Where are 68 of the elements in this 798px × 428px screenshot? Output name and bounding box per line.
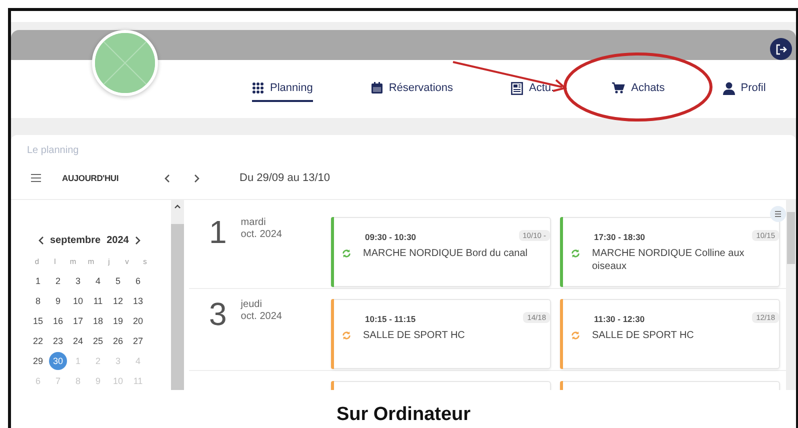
page-title: Le planning: [27, 145, 79, 156]
scrollbar-thumb[interactable]: [787, 212, 795, 264]
sync-icon: [342, 249, 351, 258]
event-time: 11:30 - 12:30: [594, 314, 645, 324]
calendar-icon: [370, 82, 383, 94]
month-year: oct. 2024: [240, 229, 282, 241]
sync-icon: [571, 331, 580, 340]
calendar-day[interactable]: 6: [128, 271, 148, 291]
event-title: SALLE DE SPORT HC: [363, 329, 465, 342]
calendar-day[interactable]: 17: [68, 311, 88, 331]
menu-icon[interactable]: [31, 174, 41, 182]
scroll-up-icon[interactable]: [174, 204, 181, 208]
event-time: 09:30 - 10:30: [365, 232, 416, 242]
calendar-day[interactable]: 10: [68, 291, 88, 311]
calendar-day[interactable]: 13: [128, 291, 148, 311]
day-number: 3: [209, 299, 227, 334]
calendar-day[interactable]: 20: [128, 311, 148, 331]
next-icon[interactable]: [134, 236, 141, 244]
next-icon[interactable]: [194, 174, 200, 182]
calendar-day[interactable]: 24: [68, 331, 88, 351]
caption: Sur Ordinateur: [335, 404, 472, 426]
event-title: MARCHE NORDIQUE Colline aux oiseaux: [592, 247, 746, 273]
nav-tab[interactable]: Achats: [612, 76, 665, 102]
calendar-day[interactable]: 16: [48, 311, 68, 331]
calendar-day[interactable]: 3: [68, 271, 88, 291]
weekday-name: mardi: [240, 217, 267, 229]
month-label: septembre: [50, 234, 101, 246]
calendar-day[interactable]: 9: [48, 291, 68, 311]
calendar-day[interactable]: 22: [28, 331, 48, 351]
cart-icon: [612, 82, 626, 94]
weekday-name: jeudi: [240, 299, 263, 311]
previous-icon[interactable]: [164, 174, 170, 182]
calendar-day[interactable]: 2: [48, 271, 68, 291]
nav-tab[interactable]: Profil: [722, 76, 766, 102]
calendar-day[interactable]: 1: [28, 271, 48, 291]
scrollbar-thumb[interactable]: [171, 224, 184, 390]
logout-icon: [776, 44, 786, 54]
calendar-day[interactable]: 27: [128, 331, 148, 351]
calendar-day[interactable]: 23: [48, 331, 68, 351]
calendar-day[interactable]: 12: [108, 291, 128, 311]
calendar-day[interactable]: 29: [28, 351, 48, 371]
event-time: 10:15 - 11:15: [365, 314, 416, 324]
calendar-day[interactable]: 25: [88, 331, 108, 351]
month-year: oct. 2024: [240, 311, 282, 323]
calendar-day[interactable]: 19: [108, 311, 128, 331]
event-time: 17:30 - 18:30: [594, 232, 646, 242]
calendar-day[interactable]: 18: [88, 311, 108, 331]
grid-icon: [252, 82, 264, 94]
event-title: SALLE DE SPORT HC: [592, 329, 694, 342]
previous-icon[interactable]: [38, 236, 44, 244]
calendar-day[interactable]: 5: [108, 271, 128, 291]
nav-tab[interactable]: Réservations: [370, 76, 454, 102]
calendar-day[interactable]: 8: [28, 291, 48, 311]
date-range: Du 29/09 au 13/10: [240, 172, 330, 184]
calendar-day[interactable]: 15: [28, 311, 48, 331]
day-number: 1: [209, 217, 227, 252]
event-title: MARCHE NORDIQUE Bord du canal: [363, 247, 528, 260]
person-icon: [722, 82, 735, 94]
newspaper-icon: [511, 82, 524, 94]
sync-icon: [342, 331, 351, 340]
calendar-day[interactable]: 26: [108, 331, 128, 351]
year-label: 2024: [106, 234, 129, 246]
sync-icon: [571, 249, 580, 258]
calendar-day[interactable]: 11: [88, 291, 108, 311]
calendar-day[interactable]: 4: [88, 271, 108, 291]
nav-tab[interactable]: Actu.: [511, 76, 554, 102]
nav-tab[interactable]: Planning: [252, 76, 313, 102]
today-button[interactable]: AUJOURD'HUI: [62, 173, 118, 183]
